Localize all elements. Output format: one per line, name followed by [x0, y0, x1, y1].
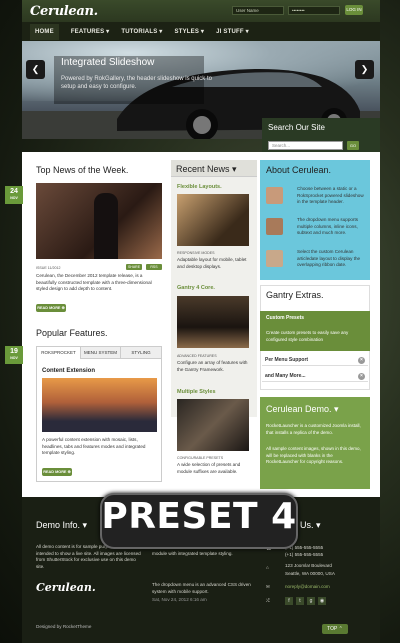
- footer-address: Seattle, WA 00000, USA: [285, 571, 335, 576]
- gantry-row-label: and Many More...: [265, 373, 306, 379]
- date-day: 19: [10, 348, 18, 355]
- demo-text: RocketLauncher is a customized Joomla in…: [266, 423, 361, 435]
- site-logo[interactable]: Cerulean.: [30, 4, 98, 19]
- date-ribbon: 19 NOV: [5, 346, 23, 364]
- custom-presets-title: Custom Presets: [266, 315, 305, 321]
- login-button[interactable]: LOG IN: [345, 5, 363, 15]
- footer-address: 123 Joomla! Boulevard: [285, 563, 332, 568]
- top-news-title: Top News of the Week.: [36, 165, 129, 175]
- avatar: [266, 250, 283, 267]
- rss-chip[interactable]: RSS: [146, 264, 162, 270]
- footer-contact-title: Us. ▾: [300, 520, 321, 530]
- gantry-title: Gantry Extras.: [266, 290, 324, 300]
- avatar: [266, 218, 283, 235]
- nav-features[interactable]: FEATURES ▾: [71, 28, 110, 35]
- city-image: [42, 378, 157, 432]
- popular-title: Popular Features.: [36, 328, 108, 338]
- news-item-image: [177, 296, 249, 348]
- about-text: Choose between a static or a RokSprocket…: [297, 186, 364, 204]
- demo-text: All sample content images, shown in this…: [266, 446, 361, 464]
- news-item-caption: ADVANCED FEATURES: [177, 354, 217, 358]
- password-input[interactable]: ••••••••: [288, 6, 340, 15]
- share-chip[interactable]: SHARE: [126, 264, 142, 270]
- social-icons: f t g ◉: [285, 597, 326, 605]
- search-input[interactable]: Search...: [268, 141, 343, 150]
- footer-demo-title: Demo Info. ▾: [36, 520, 88, 530]
- nav-ji-stuff[interactable]: JI STUFF ▾: [216, 28, 249, 35]
- news-item-text: Configure an array of features with the …: [177, 360, 248, 372]
- back-to-top-button[interactable]: TOP ⌃: [322, 624, 348, 634]
- footer-mid-text: The dropdown menu is an advanced CSS dri…: [152, 582, 251, 594]
- tab-styling[interactable]: STYLING: [121, 347, 161, 359]
- main-nav: HOME FEATURES ▾ TUTORIALS ▾ STYLES ▾ JI …: [22, 22, 380, 41]
- tab-roksprocket[interactable]: ROKSPROCKET: [37, 347, 81, 359]
- news-item-image: [177, 399, 249, 451]
- news-item-caption: RESPONSIVE MODES: [177, 251, 215, 255]
- news-item-image: [177, 194, 249, 246]
- news-item-caption: CONFIGURABLE PRESETS: [177, 456, 224, 460]
- news-item-text: Adaptable layout for mobile, tablet and …: [177, 257, 247, 269]
- mail-icon: ✉: [266, 584, 270, 589]
- close-icon[interactable]: ×: [358, 357, 365, 364]
- avatar: [266, 187, 283, 204]
- about-title: About Cerulean.: [266, 165, 332, 175]
- footer-logo: Cerulean.: [36, 581, 96, 594]
- recent-news-title[interactable]: Recent News ▾: [176, 164, 237, 175]
- rss-icon[interactable]: ◉: [318, 597, 326, 605]
- custom-presets-text: Create custom presets to easily save any…: [266, 330, 349, 342]
- news-item-title[interactable]: Flexible Layouts.: [177, 184, 222, 190]
- about-text: Select the custom Cerulean articledate l…: [297, 249, 361, 267]
- nav-styles[interactable]: STYLES ▾: [175, 28, 205, 35]
- top-news-body: Cerulean, the December 2012 template rel…: [36, 273, 152, 291]
- date-ribbon: 24 NOV: [5, 186, 23, 204]
- footer-email[interactable]: noreply@domain.com: [285, 584, 330, 591]
- date-month: NOV: [10, 356, 18, 360]
- news-item-title[interactable]: Multiple Styles: [177, 389, 216, 395]
- issue-caption: ISSUE 11/2012: [36, 266, 61, 270]
- shuffle-icon: ⤮: [266, 598, 270, 603]
- tab-menu-system[interactable]: MENU SYSTEM: [81, 347, 121, 359]
- nav-tutorials[interactable]: TUTORIALS ▾: [121, 28, 162, 35]
- next-slide-icon[interactable]: ❯: [355, 60, 374, 79]
- date-month: NOV: [10, 196, 18, 200]
- google-icon[interactable]: g: [307, 597, 315, 605]
- slide-title: Integrated Slideshow: [61, 57, 155, 68]
- footer-mid-text: module with integrated template styling.: [152, 551, 233, 556]
- twitter-icon[interactable]: t: [296, 597, 304, 605]
- close-icon[interactable]: ×: [358, 373, 365, 380]
- content-extension-heading: Content Extension: [42, 368, 96, 374]
- gantry-row-label: Per Menu Support: [265, 357, 309, 363]
- read-more-button[interactable]: READ MORE ⊕: [42, 468, 72, 476]
- top-news-image: [36, 183, 162, 259]
- demo-title[interactable]: Cerulean Demo. ▾: [266, 404, 339, 415]
- search-go-button[interactable]: GO: [347, 141, 359, 150]
- nav-home[interactable]: HOME: [30, 23, 59, 40]
- popular-body: A powerful content extension with mosaic…: [42, 437, 146, 455]
- date-day: 24: [10, 188, 18, 195]
- footer-fax: (+1) 555-555-5555: [285, 552, 324, 557]
- about-text: The dropdown menu supports multiple colu…: [297, 217, 359, 235]
- username-input[interactable]: User Name: [232, 6, 284, 15]
- footer-mid-date: Sat, Nov 24, 2012 6:16 am: [152, 597, 207, 602]
- footer-credit[interactable]: Designed by RocketTheme: [36, 624, 91, 631]
- news-item-text: A wide selection of presets and module s…: [177, 462, 241, 474]
- slide-text: Powered by RokGallery, the header slides…: [61, 76, 212, 90]
- read-more-button[interactable]: READ MORE ⊕: [36, 304, 66, 312]
- facebook-icon[interactable]: f: [285, 597, 293, 605]
- gantry-row[interactable]: Per Menu Support ×: [262, 355, 368, 366]
- news-item-title[interactable]: Gantry 4 Core.: [177, 285, 215, 291]
- home-icon: ⌂: [266, 565, 269, 570]
- gantry-row[interactable]: and Many More... ×: [262, 371, 368, 382]
- preset-label: PRESET 4: [101, 496, 297, 537]
- prev-slide-icon[interactable]: ❮: [26, 60, 45, 79]
- search-title: Search Our Site: [268, 123, 325, 132]
